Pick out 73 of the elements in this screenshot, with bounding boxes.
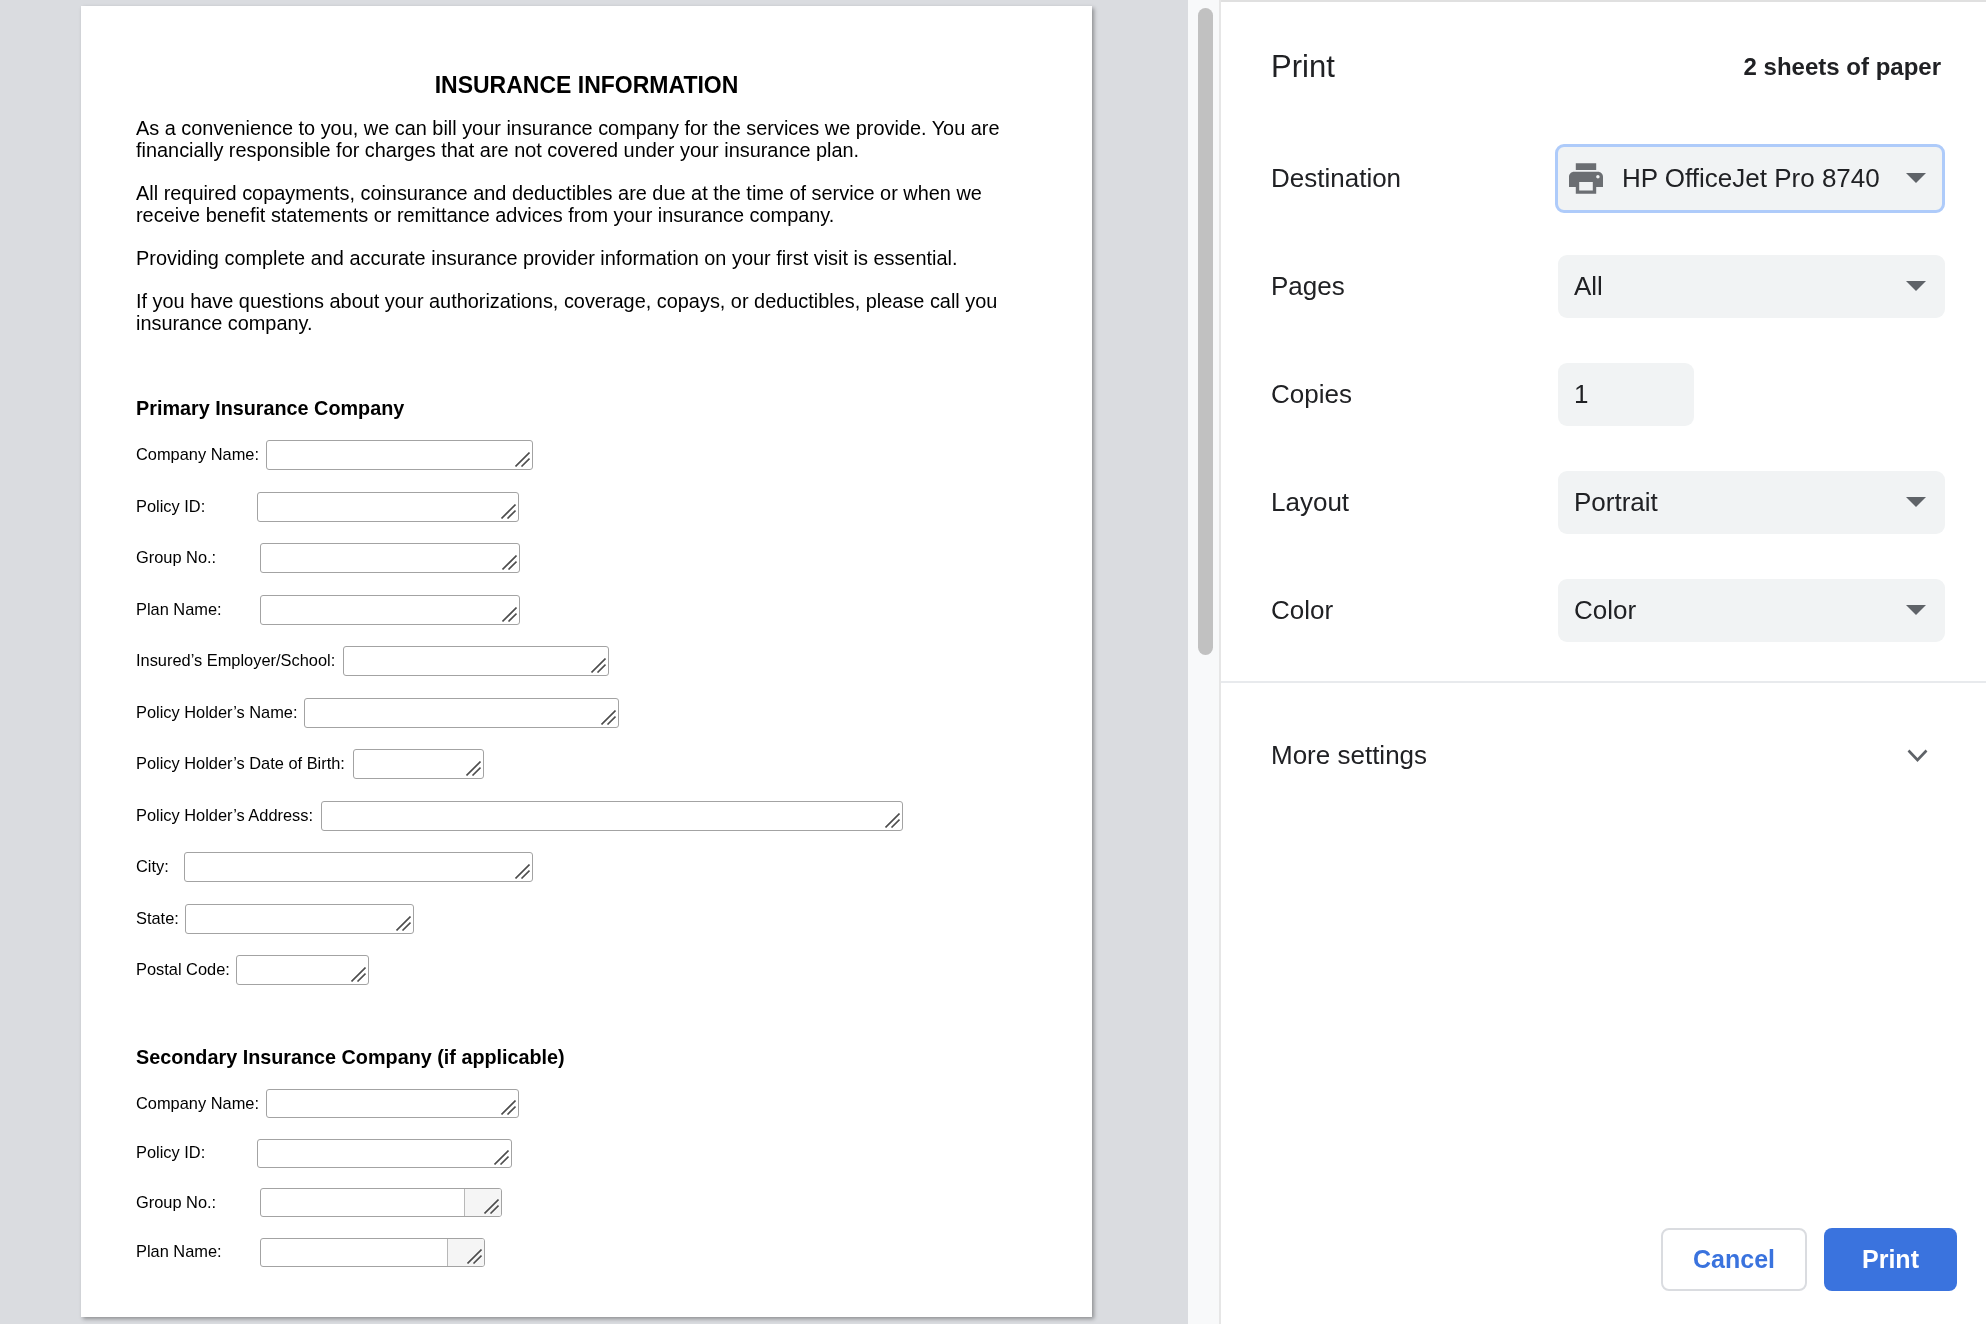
field-label: Policy Holder’s Date of Birth: (136, 754, 345, 772)
field-label: Group No.: (136, 548, 217, 566)
section-heading: Primary Insurance Company (136, 397, 406, 419)
resize-grip-icon[interactable] (515, 452, 530, 467)
document-title: INSURANCE INFORMATION (433, 72, 740, 98)
sheet-count: 2 sheets of paper (1743, 52, 1941, 82)
resize-grip-icon[interactable] (515, 864, 530, 879)
text-field[interactable] (257, 1138, 512, 1168)
cancel-button[interactable]: Cancel (1661, 1228, 1807, 1291)
caret-icon (1906, 605, 1926, 615)
text-field[interactable] (304, 697, 619, 728)
text-field[interactable] (266, 1089, 519, 1118)
setting-label: Layout (1271, 487, 1350, 517)
field-label: Policy ID: (136, 1143, 206, 1161)
resize-grip-icon[interactable] (502, 606, 517, 622)
dropdown-select[interactable]: Portrait (1558, 470, 1945, 534)
field-label: Insured’s Employer/School: (136, 651, 336, 669)
paragraph: If you have questions about your authorizations, coverage, copays, or deductibles, please call you insurance company. (136, 290, 999, 334)
dropdown-select[interactable]: All (1558, 254, 1945, 318)
section-heading: Secondary Insurance Company (if applicable) (136, 1046, 566, 1068)
text-field[interactable] (260, 1237, 485, 1267)
dialog-title: Print (1271, 48, 1335, 86)
resize-grip-icon[interactable] (396, 915, 411, 931)
text-field[interactable] (260, 594, 520, 625)
text-field[interactable] (260, 1188, 502, 1217)
setting-label: Pages (1271, 271, 1345, 301)
print-button[interactable]: Print (1824, 1228, 1957, 1291)
field-label: Plan Name: (136, 1242, 222, 1260)
more-settings-toggle[interactable]: More settings (1221, 735, 1986, 775)
field-label: Plan Name: (136, 599, 222, 618)
field-label: Policy Holder’s Name: (136, 702, 298, 721)
field-label: Policy Holder’s Address: (136, 805, 314, 824)
field-label: Company Name: (136, 445, 259, 463)
setting-label: Copies (1271, 379, 1352, 409)
text-field[interactable] (236, 955, 369, 985)
text-field[interactable] (185, 903, 414, 934)
caret-icon (1906, 281, 1926, 291)
resize-grip-icon[interactable] (885, 812, 900, 828)
resize-grip-icon[interactable] (494, 1149, 509, 1165)
paragraph: Providing complete and accurate insurance provider information on your first visit is essential. (136, 247, 959, 269)
text-field[interactable] (260, 543, 520, 573)
resize-grip-icon[interactable] (591, 658, 606, 673)
field-label: State: (136, 908, 179, 927)
resize-grip-icon[interactable] (501, 503, 516, 519)
caret-icon (1906, 173, 1926, 183)
paragraph: As a convenience to you, we can bill your insurance company for the services we provide. You are financially responsible for charges that are not covered under your insurance plan. (136, 117, 1001, 161)
text-field[interactable] (266, 440, 533, 470)
caret-icon (1906, 497, 1926, 507)
field-label: City: (136, 857, 169, 875)
text-field[interactable] (184, 852, 533, 882)
dropdown-select[interactable]: Color (1558, 578, 1945, 642)
resize-grip-icon[interactable] (351, 967, 366, 982)
printer-icon (1569, 162, 1603, 194)
destination-select[interactable]: HP OfficeJet Pro 8740 (1555, 143, 1945, 213)
resize-grip-icon[interactable] (601, 709, 616, 725)
text-field[interactable] (343, 646, 609, 676)
resize-grip-icon[interactable] (501, 1100, 516, 1115)
field-label: Postal Code: (136, 960, 230, 978)
resize-grip-icon[interactable] (466, 761, 481, 776)
setting-label: Color (1271, 595, 1334, 625)
text-field[interactable] (321, 800, 903, 831)
field-label: Group No.: (136, 1192, 217, 1211)
resize-grip-icon[interactable] (484, 1199, 499, 1214)
text-field[interactable] (257, 491, 519, 522)
field-label: Policy ID: (136, 496, 206, 515)
paragraph: All required copayments, coinsurance and deductibles are due at the time of service or when we receive benefit statements or remittance advices from your insurance company. (136, 182, 983, 226)
resize-grip-icon[interactable] (467, 1248, 482, 1264)
text-field[interactable] (353, 749, 484, 779)
setting-label: Destination (1271, 163, 1402, 193)
copies-field[interactable]: 1 (1558, 362, 1694, 426)
scrollbar-thumb[interactable] (1198, 8, 1213, 655)
resize-grip-icon[interactable] (502, 555, 517, 570)
field-label: Company Name: (136, 1093, 259, 1112)
